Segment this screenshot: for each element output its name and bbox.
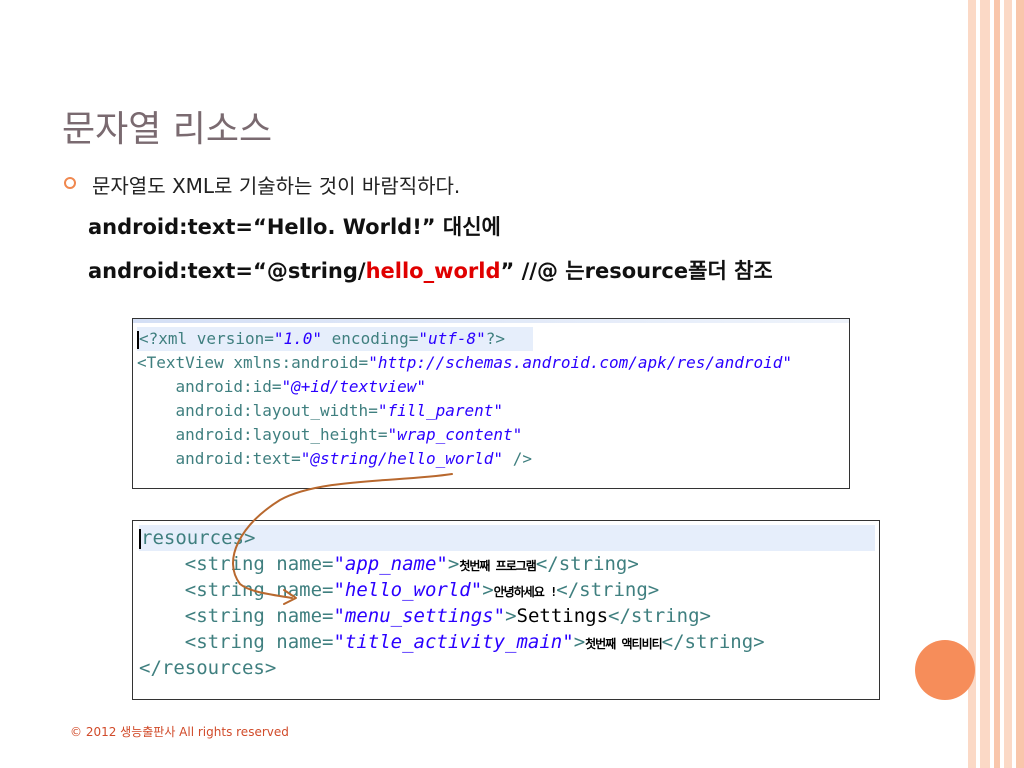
copyright-footer: © 2012 생능출판사 All rights reserved — [70, 725, 289, 739]
decor-circle — [915, 640, 975, 700]
connector-arrow-icon — [232, 473, 453, 605]
